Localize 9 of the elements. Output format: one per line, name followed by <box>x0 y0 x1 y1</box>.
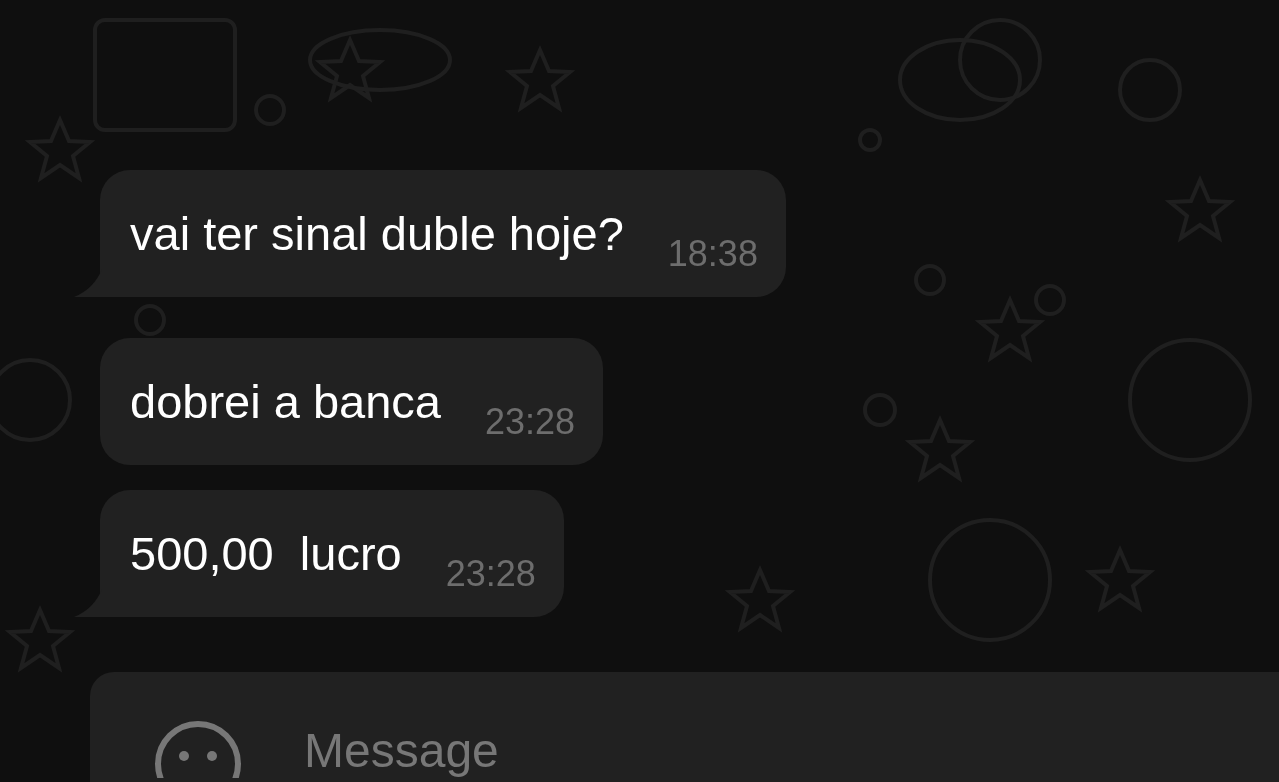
message-composer[interactable]: Message <box>90 672 1279 782</box>
message-time: 23:28 <box>484 401 576 443</box>
message-time: 18:38 <box>667 233 758 275</box>
message-text: 500,00 lucro <box>130 526 402 581</box>
message-input-field[interactable]: Message <box>304 723 1004 778</box>
message-text: vai ter sinal duble hoje? <box>130 206 624 261</box>
emoji-icon[interactable] <box>152 718 244 778</box>
message-time: 23:28 <box>445 553 536 595</box>
message-text: dobrei a banca <box>130 374 441 429</box>
